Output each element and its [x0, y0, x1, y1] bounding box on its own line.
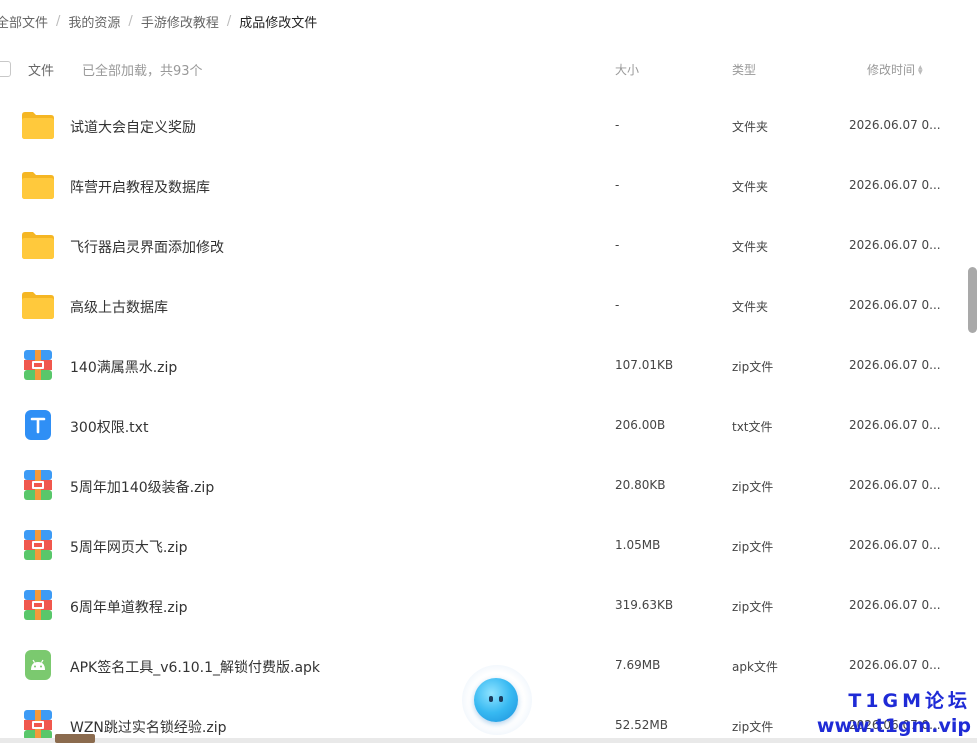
file-modified-time: 2026.06.07 0... — [849, 298, 941, 312]
file-modified-time: 2026.06.07 0... — [849, 238, 941, 252]
file-row[interactable]: 6周年单道教程.zip 319.63KB zip文件 2026.06.07 0... — [0, 576, 955, 636]
file-row[interactable]: 试道大会自定义奖励 - 文件夹 2026.06.07 0... — [0, 96, 955, 156]
zip-icon — [20, 349, 56, 381]
vertical-scrollbar-thumb[interactable] — [968, 267, 977, 333]
file-type: zip文件 — [732, 720, 774, 734]
file-name[interactable]: APK签名工具_v6.10.1_解锁付费版.apk — [70, 657, 320, 677]
breadcrumb-item-current: 成品修改文件 — [239, 15, 318, 31]
zip-icon — [20, 529, 56, 561]
file-row[interactable]: 5周年加140级装备.zip 20.80KB zip文件 2026.06.07 0..… — [0, 456, 955, 516]
column-header-modified-time-label: 修改时间 — [867, 63, 916, 77]
file-name[interactable]: 6周年单道教程.zip — [70, 597, 187, 617]
file-size: 1.05MB — [615, 538, 661, 552]
file-name[interactable]: 阵营开启教程及数据库 — [70, 177, 210, 197]
file-size: - — [615, 298, 620, 312]
apk-icon — [20, 649, 56, 681]
file-size: - — [615, 178, 620, 192]
folder-icon — [20, 109, 56, 141]
load-status-text: 已全部加载，共93个 — [82, 64, 203, 79]
breadcrumb-item-my-resources[interactable]: 我的资源 — [68, 12, 120, 31]
folder-icon — [20, 229, 56, 261]
column-header-name[interactable]: 文件 — [28, 60, 54, 79]
file-size: 52.52MB — [615, 718, 668, 732]
breadcrumb-item-all-files[interactable]: 全部文件 — [0, 12, 48, 31]
file-size: - — [615, 118, 620, 132]
file-type: apk文件 — [732, 660, 778, 674]
bottom-edge — [0, 738, 977, 743]
file-type: zip文件 — [732, 480, 774, 494]
file-type: 文件夹 — [732, 300, 769, 314]
file-modified-time: 2026.06.07 0... — [849, 178, 941, 192]
file-name[interactable]: 飞行器启灵界面添加修改 — [70, 237, 224, 257]
file-type: 文件夹 — [732, 240, 769, 254]
file-modified-time: 2026.06.07 0... — [849, 538, 941, 552]
file-size: 319.63KB — [615, 598, 674, 612]
file-size: 7.69MB — [615, 658, 661, 672]
file-type: zip文件 — [732, 600, 774, 614]
file-row[interactable]: 阵营开启教程及数据库 - 文件夹 2026.06.07 0... — [0, 156, 955, 216]
txt-icon — [20, 409, 56, 441]
zip-icon — [20, 709, 56, 741]
folder-icon — [20, 169, 56, 201]
assistant-bubble-icon — [474, 678, 518, 722]
folder-icon — [20, 289, 56, 321]
file-name[interactable]: 5周年网页大飞.zip — [70, 537, 187, 557]
watermark-title: T1GM论坛 — [848, 690, 971, 712]
zip-icon — [20, 589, 56, 621]
assistant-eye-icon — [489, 696, 493, 702]
column-header-modified-time[interactable]: 修改时间 ▲ ▼ — [867, 61, 923, 78]
assistant-eye-icon — [499, 696, 503, 702]
breadcrumb-item-mobile-game-tutorial[interactable]: 手游修改教程 — [141, 12, 219, 31]
file-list-header: 文件 已全部加载，共93个 大小 类型 修改时间 ▲ ▼ — [0, 58, 977, 82]
file-type: zip文件 — [732, 540, 774, 554]
breadcrumb-separator: / — [128, 13, 133, 29]
file-row[interactable]: 飞行器启灵界面添加修改 - 文件夹 2026.06.07 0... — [0, 216, 955, 276]
file-name[interactable]: 140满属黑水.zip — [70, 357, 177, 377]
file-modified-time: 2026.06.07 0... — [849, 598, 941, 612]
breadcrumb-separator: / — [56, 13, 61, 29]
file-name[interactable]: 高级上古数据库 — [70, 297, 168, 317]
file-modified-time: 2026.06.07 0... — [849, 358, 941, 372]
file-type: zip文件 — [732, 360, 774, 374]
breadcrumb: 全部文件 / 我的资源 / 手游修改教程 / 成品修改文件 — [0, 11, 317, 31]
file-size: - — [615, 238, 620, 252]
file-modified-time: 2026.06.07 0... — [849, 478, 941, 492]
file-type: 文件夹 — [732, 120, 769, 134]
watermark-url: www.t1gm.vip — [816, 715, 971, 737]
breadcrumb-separator: / — [226, 13, 232, 29]
file-row[interactable]: 5周年网页大飞.zip 1.05MB zip文件 2026.06.07 0... — [0, 516, 955, 576]
file-row[interactable]: 140满属黑水.zip 107.01KB zip文件 2026.06.07 0... — [0, 336, 955, 396]
file-size: 206.00B — [615, 418, 666, 432]
file-modified-time: 2026.06.07 0... — [849, 658, 941, 672]
file-modified-time: 2026.06.07 0... — [849, 418, 941, 432]
file-list: 试道大会自定义奖励 - 文件夹 2026.06.07 0... 阵营开启教程及数据库 - 文… — [0, 96, 955, 756]
zip-icon — [20, 469, 56, 501]
file-modified-time: 2026.06.07 0... — [849, 118, 941, 132]
file-size: 20.80KB — [615, 478, 666, 492]
file-name[interactable]: 300权限.txt — [70, 417, 148, 437]
column-header-size[interactable]: 大小 — [615, 61, 639, 78]
column-header-type[interactable]: 类型 — [732, 61, 756, 78]
file-name[interactable]: 试道大会自定义奖励 — [70, 117, 196, 137]
file-type: txt文件 — [732, 420, 773, 434]
file-row[interactable]: 高级上古数据库 - 文件夹 2026.06.07 0... — [0, 276, 955, 336]
site-watermark: T1GM论坛 www.t1gm.vip — [817, 686, 971, 737]
bottom-image-fragment — [55, 734, 95, 743]
file-name[interactable]: 5周年加140级装备.zip — [70, 477, 214, 497]
select-all-checkbox[interactable] — [0, 61, 11, 77]
floating-assistant-button[interactable] — [462, 665, 532, 735]
file-row[interactable]: 300权限.txt 206.00B txt文件 2026.06.07 0... — [0, 396, 955, 456]
file-size: 107.01KB — [615, 358, 674, 372]
sort-icon[interactable]: ▲ ▼ — [918, 64, 923, 75]
file-type: 文件夹 — [732, 180, 769, 194]
